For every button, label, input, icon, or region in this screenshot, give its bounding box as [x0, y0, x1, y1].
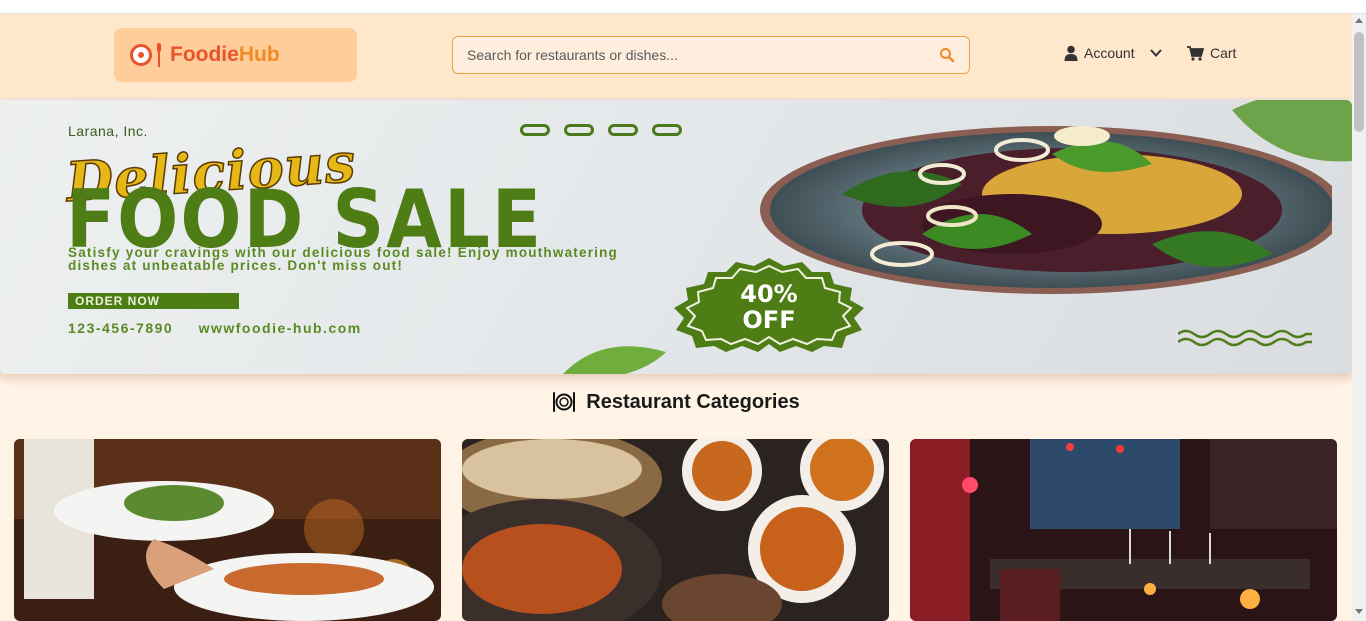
badge-off: OFF: [742, 306, 795, 334]
categories-title: Restaurant Categories: [586, 390, 800, 413]
leaf-decor-icon: [563, 346, 666, 374]
plate-utensils-icon: [553, 392, 576, 412]
page-scrollbar[interactable]: [1352, 14, 1366, 621]
chevron-down-icon[interactable]: [1149, 46, 1163, 60]
search-input[interactable]: [467, 47, 939, 63]
account-menu[interactable]: Account: [1064, 45, 1163, 61]
cart-label: Cart: [1210, 45, 1237, 61]
cart-link[interactable]: Cart: [1187, 45, 1236, 61]
brand-name: FoodieHub: [170, 43, 280, 67]
wave-decor-icon: [1178, 329, 1312, 347]
banner-website: wwwfoodie-hub.com: [198, 320, 362, 336]
banner-decor-dots: [520, 124, 682, 136]
browser-top-strip: [0, 0, 1366, 14]
scroll-up-arrow-icon[interactable]: [1355, 18, 1363, 23]
user-icon: [1064, 45, 1078, 61]
indian-curry-dishes-photo: [462, 439, 889, 621]
spoon-logo-icon: [156, 43, 162, 67]
order-now-button[interactable]: ORDER NOW: [68, 293, 239, 309]
banner-company: Larana, Inc.: [68, 123, 148, 139]
banner-contact: 123-456-7890 wwwfoodie-hub.com: [68, 320, 362, 336]
badge-percent: 40%: [740, 280, 797, 308]
scroll-thumb[interactable]: [1354, 32, 1364, 132]
cart-icon: [1187, 45, 1204, 61]
search-bar: [452, 36, 970, 74]
fine-dining-interior-photo: [910, 439, 1337, 621]
search-icon[interactable]: [939, 47, 955, 63]
plate-logo-icon: [130, 44, 152, 66]
category-card[interactable]: [910, 439, 1337, 621]
account-label: Account: [1084, 45, 1135, 61]
banner-phone: 123-456-7890: [68, 320, 174, 336]
banner-description: Satisfy your cravings with our delicious…: [68, 245, 618, 273]
site-header: FoodieHub Account: [0, 14, 1352, 98]
categories-heading: Restaurant Categories: [0, 390, 1352, 414]
waiter-serving-plates-photo: [14, 439, 441, 621]
brand-name-part2: Hub: [238, 43, 280, 66]
brand-name-part1: Foodie: [170, 43, 239, 66]
category-card[interactable]: [462, 439, 889, 621]
scroll-down-arrow-icon[interactable]: [1355, 609, 1363, 614]
brand-logo[interactable]: FoodieHub: [114, 28, 357, 82]
discount-badge: 40% OFF: [674, 258, 864, 352]
leaf-decor-icon: [1232, 100, 1352, 162]
category-card[interactable]: [14, 439, 441, 621]
page-viewport: FoodieHub Account: [0, 14, 1352, 621]
promo-banner[interactable]: Larana, Inc. Delicious FOOD SALE Satisfy…: [0, 100, 1352, 374]
